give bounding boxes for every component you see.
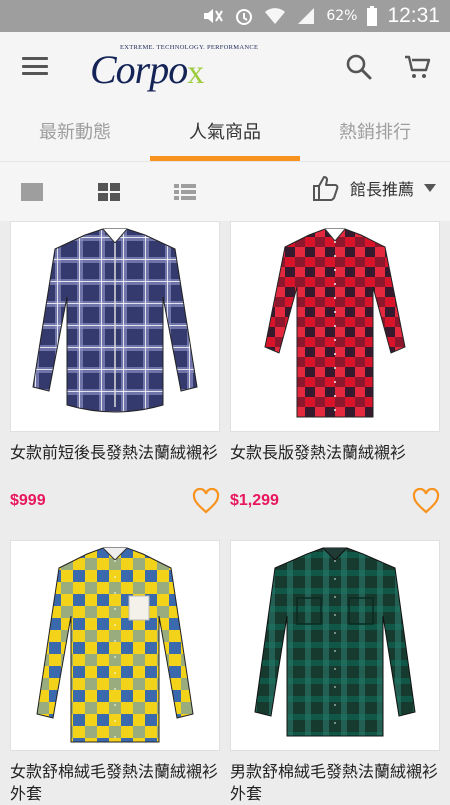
product-image[interactable] [10,540,220,751]
battery-percent: 62% [326,8,358,24]
product-card[interactable]: 女款舒棉絨毛發熱法蘭絨襯衫外套 [10,540,220,805]
thumbs-up-icon [312,176,339,201]
product-card[interactable]: 男款舒棉絨毛發熱法蘭絨襯衫外套 [230,540,440,805]
menu-icon-line [22,72,48,75]
signal-icon [298,8,315,24]
heart-icon[interactable] [412,488,440,514]
product-image[interactable] [230,221,440,432]
menu-icon-line [22,57,48,60]
alarm-icon [236,9,253,25]
battery-icon [367,6,378,26]
list-view-button[interactable] [173,182,197,202]
tab-best-selling[interactable]: 熱銷排行 [300,100,450,161]
status-clock: 12:31 [387,4,440,27]
brand-logo[interactable]: EXTREME. TECHNOLOGY. PERFORMANCE Corpox [88,40,258,92]
wifi-icon [265,8,286,24]
product-card[interactable]: 女款前短後長發熱法蘭絨襯衫 $999 [10,221,220,514]
heart-outline [412,488,440,514]
product-name[interactable]: 女款長版發熱法蘭絨襯衫 [230,442,440,464]
grid-view-button[interactable] [97,182,121,202]
mute-icon [204,9,224,23]
product-price: $1,299 [230,492,279,509]
price-row: $999 [10,486,220,516]
menu-button[interactable] [20,54,50,78]
cart-icon [405,55,431,78]
product-name[interactable]: 男款舒棉絨毛發熱法蘭絨襯衫外套 [230,761,440,805]
tab-latest[interactable]: 最新動態 [0,100,150,161]
shirt-image [264,228,406,417]
status-bar: 62% 12:31 [0,0,450,32]
caret-down-icon [424,184,436,192]
shirt-image [32,228,198,412]
grid-view-icon [98,183,120,201]
app-bar: EXTREME. TECHNOLOGY. PERFORMANCE Corpox [0,32,450,100]
view-toolbar: 館長推薦 [0,161,450,221]
single-view-icon [21,183,43,201]
logo-brand-text: Corpo [90,47,188,92]
product-name[interactable]: 女款前短後長發熱法蘭絨襯衫 [10,442,220,464]
product-name[interactable]: 女款舒棉絨毛發熱法蘭絨襯衫外套 [10,761,220,805]
sort-label: 館長推薦 [349,180,414,199]
shirt-image [254,547,416,736]
price-row: $1,299 [230,486,440,516]
logo-wordmark: Corpox [90,46,204,93]
search-icon [346,54,372,80]
cart-button[interactable] [404,54,432,80]
tab-popular[interactable]: 人氣商品 [150,100,300,161]
heart-icon[interactable] [192,488,220,514]
single-view-button[interactable] [20,182,44,202]
product-image[interactable] [230,540,440,751]
product-card[interactable]: 女款長版發熱法蘭絨襯衫 $1,299 [230,221,440,514]
sort-dropdown[interactable]: 館長推薦 [312,174,436,202]
list-view-icon [174,184,196,200]
category-tabs: 最新動態 人氣商品 熱銷排行 [0,100,450,161]
menu-icon-line [22,64,48,68]
product-price: $999 [10,492,46,509]
logo-brand-x: x [187,54,204,91]
product-image[interactable] [10,221,220,432]
heart-outline [192,488,220,514]
search-button[interactable] [346,54,372,80]
shirt-image [36,547,194,742]
